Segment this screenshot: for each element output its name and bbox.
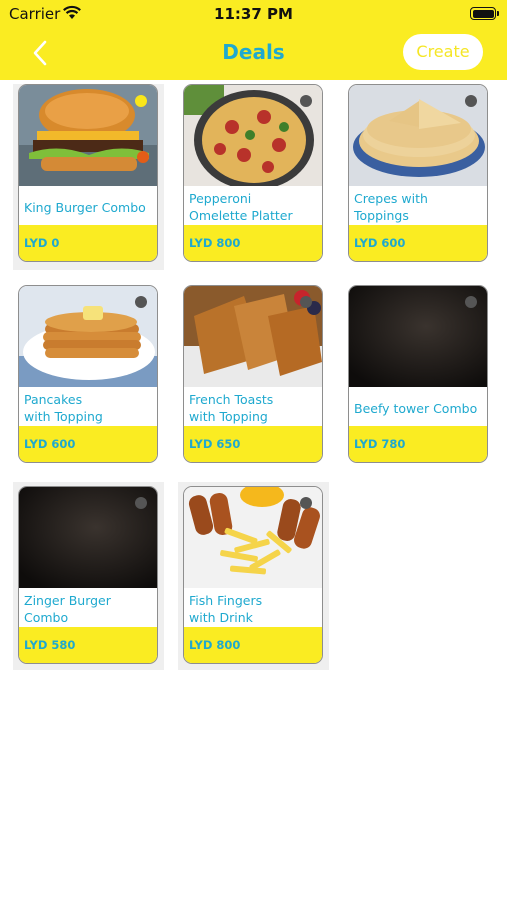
selection-indicator (300, 497, 312, 509)
battery-tip (497, 11, 499, 16)
deal-name: Crepes with Toppings (354, 191, 428, 223)
deal-image-burger (19, 85, 157, 186)
deal-image-placeholder (349, 286, 487, 387)
selected-indicator (135, 95, 147, 107)
deal-price: LYD 600 (349, 225, 487, 261)
status-time: 11:37 PM (214, 5, 293, 23)
deal-card[interactable]: Crepes with Toppings LYD 600 (348, 84, 488, 262)
selection-indicator (300, 95, 312, 107)
deal-price: LYD 780 (349, 426, 487, 462)
deal-name: Fish Fingers with Drink (189, 593, 263, 625)
deal-name: Zinger Burger Combo (24, 593, 111, 625)
selection-indicator (135, 497, 147, 509)
deal-name: King Burger Combo (24, 199, 146, 215)
deal-name: French Toasts with Topping (189, 392, 274, 424)
deal-card[interactable]: Pancakes with Topping LYD 600 (18, 285, 158, 463)
selection-indicator (465, 95, 477, 107)
status-bar: Carrier 11:37 PM (0, 0, 507, 28)
deal-card[interactable]: Fish Fingers with Drink LYD 800 (183, 486, 323, 664)
deal-card[interactable]: Pepperoni Omelette Platter LYD 800 (183, 84, 323, 262)
deal-name: Pepperoni Omelette Platter (189, 191, 293, 223)
app-header: Carrier 11:37 PM Deals Create (0, 0, 507, 80)
deal-image-placeholder (19, 487, 157, 588)
deal-card[interactable]: French Toasts with Topping LYD 650 (183, 285, 323, 463)
deal-image-fish-fingers (184, 487, 322, 588)
selection-indicator (135, 296, 147, 308)
deal-image-french-toast (184, 286, 322, 387)
deal-price: LYD 0 (19, 225, 157, 261)
deal-image-omelette (184, 85, 322, 186)
battery-icon (470, 7, 496, 20)
deal-price: LYD 600 (19, 426, 157, 462)
deal-image-pancakes (19, 286, 157, 387)
deal-price: LYD 650 (184, 426, 322, 462)
deal-price: LYD 800 (184, 627, 322, 663)
deal-card[interactable]: Zinger Burger Combo LYD 580 (18, 486, 158, 664)
deal-name: Beefy tower Combo (354, 400, 478, 416)
deal-card[interactable]: King Burger Combo LYD 0 (18, 84, 158, 262)
deal-price: LYD 800 (184, 225, 322, 261)
deal-price: LYD 580 (19, 627, 157, 663)
deal-name: Pancakes with Topping (24, 392, 103, 424)
deal-image-crepes (349, 85, 487, 186)
deal-card[interactable]: Beefy tower Combo LYD 780 (348, 285, 488, 463)
selection-indicator (300, 296, 312, 308)
create-button[interactable]: Create (403, 34, 483, 70)
selection-indicator (465, 296, 477, 308)
